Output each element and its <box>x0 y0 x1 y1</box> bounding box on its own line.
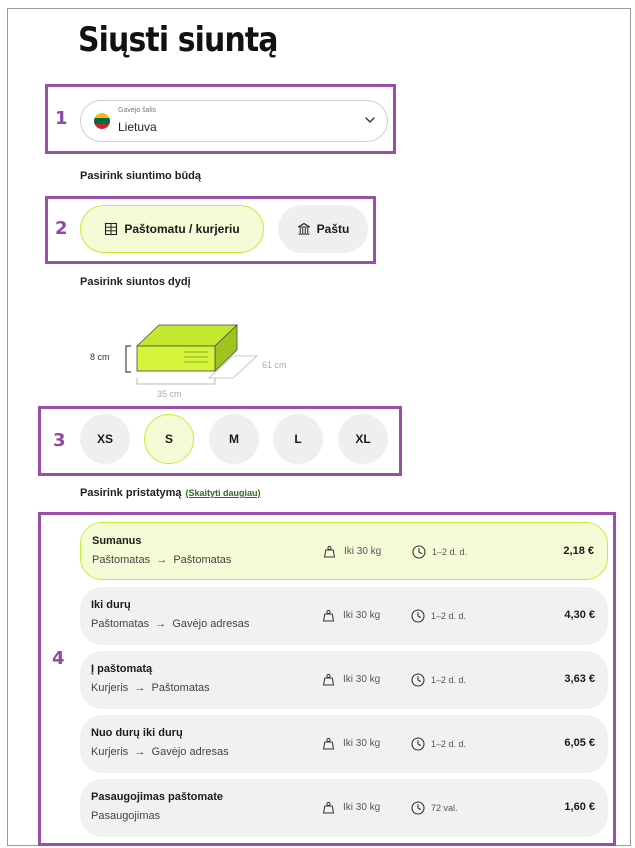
clock-icon <box>412 545 426 559</box>
weight-icon <box>323 673 334 686</box>
country-select[interactable]: Gavėjo šalis Lietuva <box>80 100 388 142</box>
shipping-option-label: Paštu <box>316 222 350 236</box>
annotation-number-4: 4 <box>52 648 65 669</box>
annotation-number-2: 2 <box>55 218 68 239</box>
delivery-option-weight: Iki 30 kg <box>322 673 380 686</box>
delivery-option-weight: Iki 30 kg <box>323 545 381 558</box>
delivery-option-name: Į paštomatą <box>91 663 153 675</box>
delivery-option-route: Kurjeris → Paštomatas <box>91 682 210 694</box>
delivery-option-route: Paštomatas → Gavėjo adresas <box>91 618 250 630</box>
parcel-width-label: 35 cm <box>157 389 182 399</box>
parcel-height-label: 8 cm <box>90 352 110 362</box>
delivery-option-price: 6,05 € <box>564 737 595 749</box>
clock-icon <box>411 673 425 687</box>
delivery-heading: Pasirink pristatymą (Skaityti daugiau) <box>80 487 261 499</box>
shipping-option-locker-courier[interactable]: Paštomatu / kurjeriu <box>80 205 264 253</box>
delivery-option-name: Pasaugojimas paštomate <box>91 791 224 803</box>
country-select-label: Gavėjo šalis <box>118 107 157 114</box>
annotation-number-3: 3 <box>53 430 66 451</box>
shipping-option-label: Paštomatu / kurjeriu <box>124 222 240 236</box>
delivery-option-time: 1–2 d. d. <box>411 609 466 623</box>
weight-icon <box>323 801 334 814</box>
arrow-right-icon: → <box>152 618 170 630</box>
clock-icon <box>411 801 425 815</box>
delivery-option-iki-duru[interactable]: Iki durų Paštomatas → Gavėjo adresas Iki… <box>80 587 608 645</box>
arrow-right-icon: → <box>131 746 149 758</box>
delivery-option-i-pastomata[interactable]: Į paštomatą Kurjeris → Paštomatas Iki 30… <box>80 651 608 709</box>
weight-icon <box>324 545 335 558</box>
delivery-option-time: 1–2 d. d. <box>411 737 466 751</box>
clock-icon <box>411 609 425 623</box>
weight-icon <box>323 737 334 750</box>
annotation-number-1: 1 <box>55 108 68 129</box>
flag-stripe-red <box>94 123 110 129</box>
lithuania-flag-icon <box>94 113 110 129</box>
read-more-link[interactable]: (Skaityti daugiau) <box>186 488 261 498</box>
delivery-option-weight: Iki 30 kg <box>322 737 380 750</box>
size-option-m[interactable]: M <box>209 414 259 464</box>
weight-icon <box>323 609 334 622</box>
delivery-option-route: Kurjeris → Gavėjo adresas <box>91 746 229 758</box>
delivery-option-route: Paštomatas → Paštomatas <box>92 554 232 566</box>
delivery-option-price: 1,60 € <box>564 801 595 813</box>
delivery-option-weight: Iki 30 kg <box>322 801 380 814</box>
delivery-option-time: 72 val. <box>411 801 458 815</box>
country-select-value: Lietuva <box>118 120 157 134</box>
delivery-option-sumanus[interactable]: Sumanus Paštomatas → Paštomatas Iki 30 k… <box>80 522 608 580</box>
delivery-option-time: 1–2 d. d. <box>412 545 467 559</box>
page-title: Siųsti siuntą <box>78 20 278 60</box>
height-bracket <box>125 345 131 373</box>
delivery-heading-text: Pasirink pristatymą <box>80 487 182 499</box>
delivery-option-nuo-duru-iki-duru[interactable]: Nuo durų iki durų Kurjeris → Gavėjo adre… <box>80 715 608 773</box>
arrow-right-icon: → <box>131 682 149 694</box>
parcel-size-heading: Pasirink siuntos dydį <box>80 276 191 288</box>
delivery-option-name: Nuo durų iki durų <box>91 727 183 739</box>
delivery-option-price: 2,18 € <box>563 545 594 557</box>
size-option-l[interactable]: L <box>273 414 323 464</box>
parcel-depth-label: 61 cm <box>262 360 287 370</box>
clock-icon <box>411 737 425 751</box>
delivery-option-name: Iki durų <box>91 599 131 611</box>
delivery-option-price: 4,30 € <box>564 609 595 621</box>
delivery-option-name: Sumanus <box>92 535 142 547</box>
size-option-s[interactable]: S <box>144 414 194 464</box>
size-option-xl[interactable]: XL <box>338 414 388 464</box>
size-option-xs[interactable]: XS <box>80 414 130 464</box>
delivery-option-price: 3,63 € <box>564 673 595 685</box>
delivery-option-route: Pasaugojimas <box>91 810 161 822</box>
chevron-down-icon <box>365 117 375 123</box>
shipping-method-heading: Pasirink siuntimo būdą <box>80 170 202 182</box>
shipping-option-post[interactable]: Paštu <box>278 205 368 253</box>
delivery-option-pasaugojimas[interactable]: Pasaugojimas paštomate Pasaugojimas Iki … <box>80 779 608 837</box>
arrow-right-icon: → <box>153 554 171 566</box>
delivery-option-time: 1–2 d. d. <box>411 673 466 687</box>
parcel-locker-icon <box>105 222 118 236</box>
parcel-box-illustration <box>136 324 259 385</box>
post-office-icon <box>297 222 310 235</box>
delivery-option-weight: Iki 30 kg <box>322 609 380 622</box>
